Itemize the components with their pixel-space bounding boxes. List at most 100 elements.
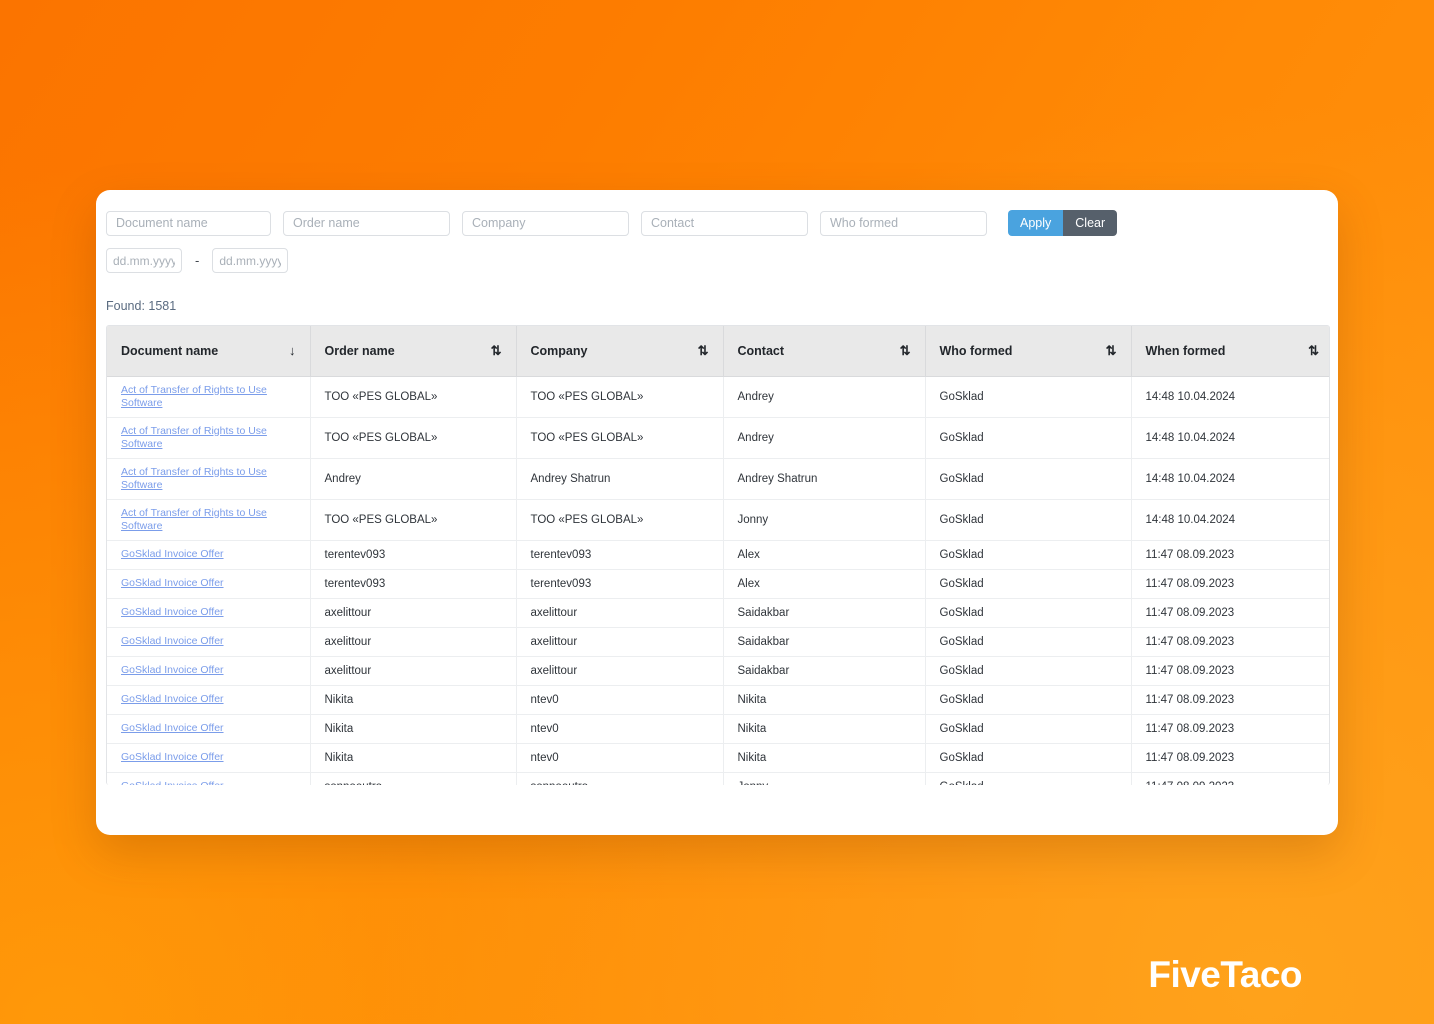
column-header-when-formed[interactable]: When formed ⇅: [1131, 326, 1329, 377]
cell-when-formed: 11:47 08.09.2023: [1131, 540, 1329, 570]
table-row[interactable]: GoSklad Invoice Offer axelittour axelittou…: [107, 656, 1329, 686]
cell-when-formed: 14:48 10.04.2024: [1131, 499, 1329, 541]
cell-document-name: GoSklad Invoice Offer: [107, 685, 311, 715]
documents-card: Apply Clear - Found: 1581 Document name ↓…: [96, 190, 1338, 835]
documents-table-container: Document name ↓ Order name ⇅ Company ⇅ Contact…: [106, 325, 1330, 785]
cell-company: ntev0: [516, 714, 724, 744]
sort-updown-icon[interactable]: ⇅: [900, 344, 911, 357]
cell-company: TOO «PES GLOBAL»: [516, 499, 724, 541]
table-head: Document name ↓ Order name ⇅ Company ⇅ Contact…: [107, 326, 1329, 377]
cell-contact: Saidakbar: [723, 598, 926, 628]
results-count: Found: 1581: [106, 299, 177, 313]
sort-updown-icon[interactable]: ⇅: [1106, 344, 1117, 357]
filter-row-dates: -: [106, 248, 1338, 273]
cell-who-formed: GoSklad: [925, 714, 1132, 744]
cell-document-name: Act of Transfer of Rights to Use Softwar…: [107, 376, 311, 418]
table-header-row: Document name ↓ Order name ⇅ Company ⇅ Contact…: [107, 326, 1329, 377]
cell-who-formed: GoSklad: [925, 569, 1132, 599]
table-row[interactable]: Act of Transfer of Rights to Use Softwar…: [107, 376, 1329, 418]
column-header-label: Order name: [324, 343, 395, 358]
cell-when-formed: 11:47 08.09.2023: [1131, 627, 1329, 657]
table-row[interactable]: GoSklad Invoice Offer axelittour axelittou…: [107, 627, 1329, 657]
column-header-label: When formed: [1145, 343, 1226, 358]
table-row[interactable]: GoSklad Invoice Offer sonnoeutrosonnoeutr…: [107, 772, 1329, 785]
table-row[interactable]: GoSklad Invoice Offer axelittour axelittou…: [107, 598, 1329, 628]
filter-actions: Apply Clear: [1008, 210, 1118, 236]
cell-contact: Jonny: [723, 499, 926, 541]
date-to-input[interactable]: [212, 248, 289, 273]
cell-company: Andrey Shatrun: [516, 458, 724, 500]
table-row[interactable]: Act of Transfer of Rights to Use Softwar…: [107, 499, 1329, 541]
order-name-filter-input[interactable]: [283, 210, 450, 236]
table-row[interactable]: GoSklad Invoice Offer Nikita ntev0 Nikita Go…: [107, 685, 1329, 715]
cell-order-name: axelittour: [310, 627, 517, 657]
cell-order-name: Nikita: [310, 743, 517, 773]
column-header-who-formed[interactable]: Who formed ⇅: [925, 326, 1132, 377]
document-link[interactable]: GoSklad Invoice Offer: [121, 693, 224, 706]
document-link[interactable]: Act of Transfer of Rights to Use Softwar…: [121, 507, 296, 533]
arrow-down-icon[interactable]: ↓: [289, 344, 296, 357]
cell-company: sonnoeutro: [516, 772, 724, 785]
cell-order-name: TOO «PES GLOBAL»: [310, 499, 517, 541]
who-formed-filter-input[interactable]: [820, 210, 987, 236]
date-from-input[interactable]: [106, 248, 182, 273]
document-link[interactable]: GoSklad Invoice Offer: [121, 722, 224, 735]
table-row[interactable]: GoSklad Invoice Offer terentev093 terentev…: [107, 569, 1329, 599]
document-name-filter-input[interactable]: [106, 210, 271, 236]
column-header-document-name[interactable]: Document name ↓: [107, 326, 311, 377]
document-link[interactable]: GoSklad Invoice Offer: [121, 780, 224, 785]
cell-contact: Saidakbar: [723, 656, 926, 686]
cell-who-formed: GoSklad: [925, 417, 1132, 459]
cell-contact: Nikita: [723, 685, 926, 715]
document-link[interactable]: GoSklad Invoice Offer: [121, 577, 224, 590]
cell-company: ntev0: [516, 743, 724, 773]
column-header-contact[interactable]: Contact ⇅: [723, 326, 926, 377]
contact-filter-input[interactable]: [641, 210, 808, 236]
table-row[interactable]: GoSklad Invoice Offer Nikita ntev0 Nikita Go…: [107, 743, 1329, 773]
cell-document-name: Act of Transfer of Rights to Use Softwar…: [107, 458, 311, 500]
document-link[interactable]: Act of Transfer of Rights to Use Softwar…: [121, 466, 296, 492]
cell-company: axelittour: [516, 598, 724, 628]
sort-updown-icon[interactable]: ⇅: [698, 344, 709, 357]
cell-company: TOO «PES GLOBAL»: [516, 417, 724, 459]
clear-button[interactable]: Clear: [1063, 210, 1118, 236]
cell-order-name: axelittour: [310, 656, 517, 686]
cell-when-formed: 11:47 08.09.2023: [1131, 598, 1329, 628]
cell-who-formed: GoSklad: [925, 627, 1132, 657]
cell-order-name: Nikita: [310, 714, 517, 744]
document-link[interactable]: Act of Transfer of Rights to Use Softwar…: [121, 384, 296, 410]
document-link[interactable]: GoSklad Invoice Offer: [121, 548, 224, 561]
cell-contact: Jonny: [723, 772, 926, 785]
company-filter-input[interactable]: [462, 210, 629, 236]
column-header-order-name[interactable]: Order name ⇅: [310, 326, 517, 377]
cell-company: terentev093: [516, 569, 724, 599]
document-link[interactable]: GoSklad Invoice Offer: [121, 751, 224, 764]
cell-when-formed: 11:47 08.09.2023: [1131, 772, 1329, 785]
sort-updown-icon[interactable]: ⇅: [1308, 344, 1319, 357]
cell-when-formed: 11:47 08.09.2023: [1131, 714, 1329, 744]
table-row[interactable]: GoSklad Invoice Offer terentev093 terentev…: [107, 540, 1329, 570]
table-row[interactable]: GoSklad Invoice Offer Nikita ntev0 Nikita Go…: [107, 714, 1329, 744]
cell-order-name: TOO «PES GLOBAL»: [310, 417, 517, 459]
documents-table: Document name ↓ Order name ⇅ Company ⇅ Contact…: [107, 326, 1329, 785]
document-link[interactable]: GoSklad Invoice Offer: [121, 606, 224, 619]
document-link[interactable]: GoSklad Invoice Offer: [121, 664, 224, 677]
sort-updown-icon[interactable]: ⇅: [491, 344, 502, 357]
cell-company: axelittour: [516, 627, 724, 657]
cell-company: axelittour: [516, 656, 724, 686]
cell-order-name: terentev093: [310, 569, 517, 599]
brand-logo: FiveTaco: [1148, 954, 1302, 995]
filter-row-text: Apply Clear: [106, 210, 1338, 236]
cell-company: ntev0: [516, 685, 724, 715]
document-link[interactable]: GoSklad Invoice Offer: [121, 635, 224, 648]
table-row[interactable]: Act of Transfer of Rights to Use Softwar…: [107, 458, 1329, 500]
document-link[interactable]: Act of Transfer of Rights to Use Softwar…: [121, 425, 296, 451]
cell-document-name: GoSklad Invoice Offer: [107, 772, 311, 785]
cell-document-name: GoSklad Invoice Offer: [107, 627, 311, 657]
column-header-company[interactable]: Company ⇅: [516, 326, 724, 377]
table-row[interactable]: Act of Transfer of Rights to Use Softwar…: [107, 417, 1329, 459]
cell-who-formed: GoSklad: [925, 499, 1132, 541]
cell-document-name: GoSklad Invoice Offer: [107, 540, 311, 570]
apply-button[interactable]: Apply: [1008, 210, 1064, 236]
cell-contact: Nikita: [723, 714, 926, 744]
